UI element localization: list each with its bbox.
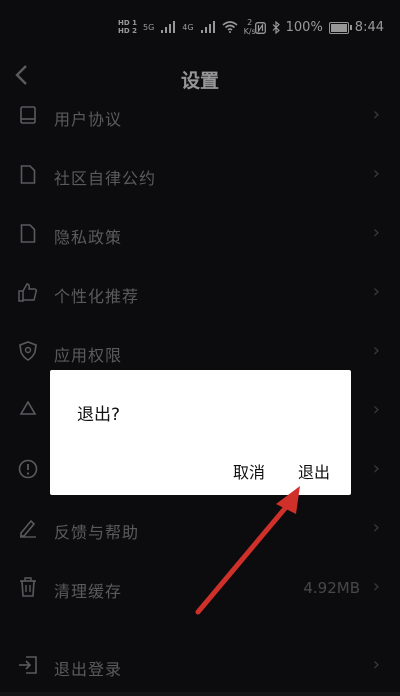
cancel-button[interactable]: 取消 (233, 459, 265, 483)
dialog-message: 退出? (77, 405, 121, 425)
confirm-logout-button[interactable]: 退出 (298, 459, 330, 483)
logout-confirm-dialog: 退出? 取消 退出 (50, 370, 351, 495)
modal-backdrop[interactable] (0, 0, 400, 692)
